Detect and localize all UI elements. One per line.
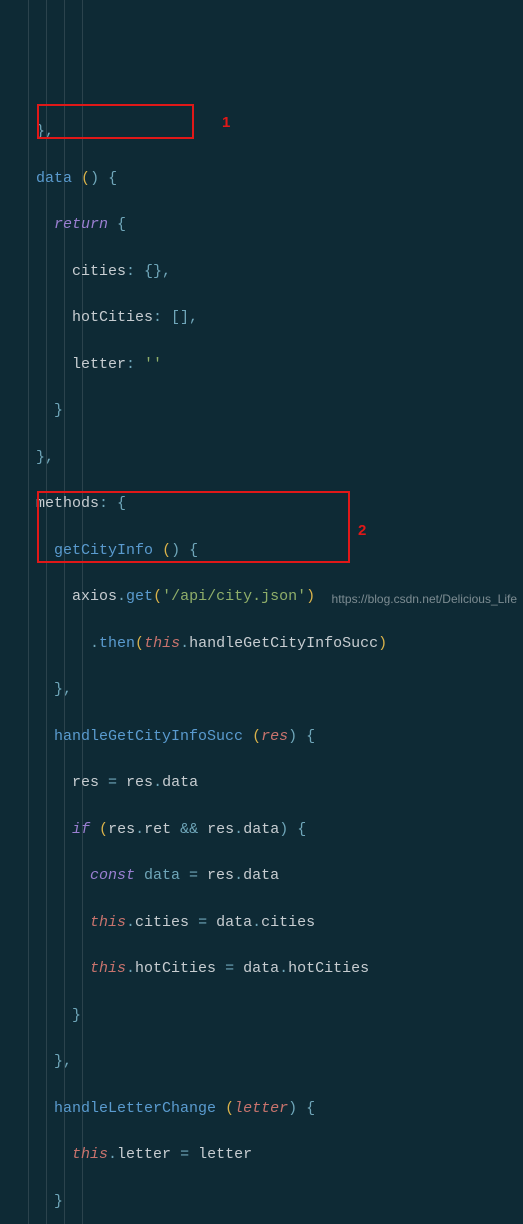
code-line: } [18, 1190, 517, 1213]
code-line: letter: '' [18, 353, 517, 376]
code-line: getCityInfo () { [18, 539, 517, 562]
code-line: handleLetterChange (letter) { [18, 1097, 517, 1120]
code-line: } [18, 1004, 517, 1027]
code-line: const data = res.data [18, 864, 517, 887]
code-line: res = res.data [18, 771, 517, 794]
code-line: }, [18, 120, 517, 143]
code-line: } [18, 399, 517, 422]
code-line: this.hotCities = data.hotCities [18, 957, 517, 980]
code-line: return { [18, 213, 517, 236]
code-line: cities: {}, [18, 260, 517, 283]
code-line: .then(this.handleGetCityInfoSucc) [18, 632, 517, 655]
code-line: }, [18, 678, 517, 701]
code-line: data () { [18, 167, 517, 190]
code-block: }, data () { return { cities: {}, hotCit… [0, 0, 523, 1224]
code-line: this.cities = data.cities [18, 911, 517, 934]
code-line: }, [18, 1050, 517, 1073]
code-line: handleGetCityInfoSucc (res) { [18, 725, 517, 748]
code-line: if (res.ret && res.data) { [18, 818, 517, 841]
watermark: https://blog.csdn.net/Delicious_Life [332, 590, 517, 609]
code-line: methods: { [18, 492, 517, 515]
code-line: this.letter = letter [18, 1143, 517, 1166]
code-line: }, [18, 446, 517, 469]
code-line: hotCities: [], [18, 306, 517, 329]
